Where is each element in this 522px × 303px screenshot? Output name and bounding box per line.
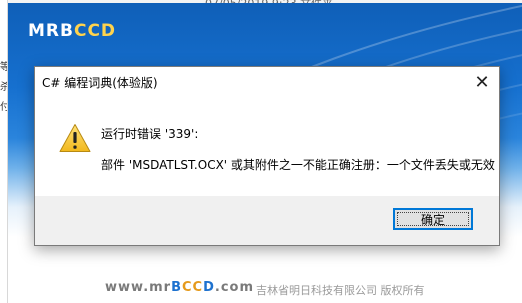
- error-message: 部件 'MSDATLST.OCX' 或其附件之一不能正确注册：一个文件丢失或无效: [101, 158, 495, 172]
- warning-icon: [59, 124, 91, 152]
- splash-url-cc: CC: [182, 280, 204, 295]
- dialog-titlebar[interactable]: C# 编程词典(体验版) ✕: [35, 67, 499, 97]
- left-glyph-2: 杀: [0, 82, 7, 93]
- splash-logo: MRBCCD: [28, 21, 116, 41]
- error-title: 运行时错误 '339':: [101, 127, 199, 141]
- explorer-left-strip: 等 杀 付: [0, 0, 8, 303]
- splash-url: www.mrBCCD.com: [105, 280, 254, 295]
- splash-footer: www.mrBCCD.com 吉林省明日科技有限公司 版权所有: [8, 273, 522, 303]
- close-icon: ✕: [474, 71, 490, 93]
- splash-url-suffix: .com: [214, 280, 255, 295]
- splash-url-b: B: [171, 280, 183, 295]
- ok-button[interactable]: 确定: [393, 208, 473, 230]
- splash-url-d: D: [203, 280, 215, 295]
- close-button[interactable]: ✕: [465, 67, 499, 97]
- dialog-button-area: 确定: [35, 196, 499, 245]
- dialog-title: C# 编程词典(体验版): [42, 76, 158, 90]
- left-glyph-1: 等: [0, 62, 7, 73]
- splash-url-prefix: www.mr: [105, 280, 172, 295]
- dialog-content: 运行时错误 '339': 部件 'MSDATLST.OCX' 或其附件之一不能正…: [35, 97, 499, 196]
- splash-copyright: 吉林省明日科技有限公司 版权所有: [256, 284, 425, 297]
- splash-logo-prefix: MRB: [28, 21, 74, 41]
- splash-logo-cc: CCD: [73, 21, 117, 41]
- error-dialog: C# 编程词典(体验版) ✕ 运行时错误 '339': 部件 'MSDATLST…: [34, 66, 500, 246]
- ok-button-label: 确定: [420, 212, 445, 227]
- left-glyph-3: 付: [0, 102, 7, 113]
